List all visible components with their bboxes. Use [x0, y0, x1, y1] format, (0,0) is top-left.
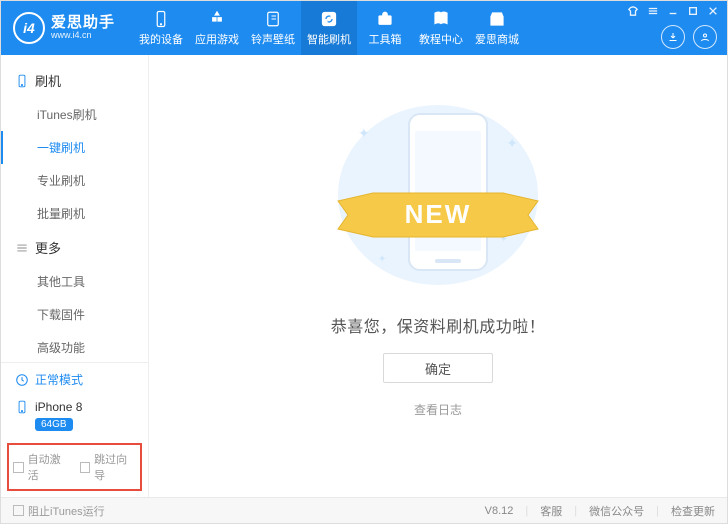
device-name: iPhone 8: [35, 400, 82, 414]
user-button[interactable]: [693, 25, 717, 49]
support-link[interactable]: 客服: [540, 503, 562, 519]
check-update-link[interactable]: 检查更新: [671, 503, 715, 519]
device-mode[interactable]: 正常模式: [1, 363, 148, 396]
wechat-link[interactable]: 微信公众号: [589, 503, 644, 519]
sidebar-item-other-tools[interactable]: 其他工具: [1, 265, 148, 298]
checkbox-skip-wizard[interactable]: 跳过向导: [80, 451, 137, 483]
titlebar: i4 爱思助手 www.i4.cn 我的设备 应用游戏 铃声壁纸 智能刷机: [1, 1, 727, 55]
nav-tutorial[interactable]: 教程中心: [413, 1, 469, 55]
sidebar-item-download-fw[interactable]: 下载固件: [1, 298, 148, 331]
sidebar-group-more[interactable]: 更多: [1, 230, 148, 265]
sidebar-item-itunes-flash[interactable]: iTunes刷机: [1, 98, 148, 131]
nav-label: 爱思商城: [475, 31, 519, 47]
new-ribbon-icon: NEW: [328, 183, 548, 250]
nav-label: 我的设备: [139, 31, 183, 47]
app-logo: i4 爱思助手 www.i4.cn: [13, 12, 115, 44]
main-nav: 我的设备 应用游戏 铃声壁纸 智能刷机 工具箱 教程中心: [133, 1, 525, 55]
download-button[interactable]: [661, 25, 685, 49]
sidebar: 刷机 iTunes刷机 一键刷机 专业刷机 批量刷机 更多 其他工具 下载固件 …: [1, 55, 149, 497]
apps-icon: [208, 10, 226, 28]
sidebar-item-onekey-flash[interactable]: 一键刷机: [1, 131, 148, 164]
book-icon: [432, 10, 450, 28]
nav-label: 铃声壁纸: [251, 31, 295, 47]
refresh-icon: [320, 10, 338, 28]
checkbox-icon: [13, 505, 24, 516]
confirm-button[interactable]: 确定: [383, 353, 493, 383]
statusbar: 阻止iTunes运行 V8.12 | 客服 | 微信公众号 | 检查更新: [1, 497, 727, 523]
nav-label: 教程中心: [419, 31, 463, 47]
nav-label: 智能刷机: [307, 31, 351, 47]
sidebar-bottom: 正常模式 iPhone 8 64GB 自动激活 跳过向导: [1, 362, 148, 497]
nav-flash[interactable]: 智能刷机: [301, 1, 357, 55]
sidebar-item-pro-flash[interactable]: 专业刷机: [1, 164, 148, 197]
nav-toolbox[interactable]: 工具箱: [357, 1, 413, 55]
options-highlight-box: 自动激活 跳过向导: [7, 443, 142, 491]
version-label: V8.12: [485, 505, 514, 517]
nav-label: 应用游戏: [195, 31, 239, 47]
close-icon[interactable]: [707, 5, 719, 17]
checkbox-block-itunes[interactable]: 阻止iTunes运行: [13, 503, 105, 519]
toolbox-icon: [376, 10, 394, 28]
nav-label: 工具箱: [369, 31, 402, 47]
mode-label: 正常模式: [35, 371, 83, 388]
main-panel: ✦ ✦ ✦ ✦ NEW 恭喜您，保资料刷机成功啦！ 确定 查看日志: [149, 55, 727, 497]
minimize-icon[interactable]: [667, 5, 679, 17]
checkbox-auto-activate[interactable]: 自动激活: [13, 451, 70, 483]
nav-apps[interactable]: 应用游戏: [189, 1, 245, 55]
svg-text:NEW: NEW: [405, 199, 472, 229]
menu-icon[interactable]: [647, 5, 659, 17]
store-icon: [488, 10, 506, 28]
maximize-icon[interactable]: [687, 5, 699, 17]
titlebar-right-buttons: [661, 25, 717, 49]
window-controls: [627, 5, 719, 17]
phone-icon: [152, 10, 170, 28]
app-window: i4 爱思助手 www.i4.cn 我的设备 应用游戏 铃声壁纸 智能刷机: [0, 0, 728, 524]
checkbox-icon: [80, 462, 91, 473]
phone-icon: [15, 74, 29, 88]
group-title: 更多: [35, 238, 61, 257]
app-site: www.i4.cn: [51, 31, 115, 41]
group-title: 刷机: [35, 71, 61, 90]
music-icon: [264, 10, 282, 28]
success-illustration: ✦ ✦ ✦ ✦ NEW: [328, 95, 548, 295]
menu-icon: [15, 241, 29, 255]
app-name: 爱思助手: [51, 15, 115, 32]
skin-icon[interactable]: [627, 5, 639, 17]
sidebar-item-advanced[interactable]: 高级功能: [1, 331, 148, 362]
body: 刷机 iTunes刷机 一键刷机 专业刷机 批量刷机 更多 其他工具 下载固件 …: [1, 55, 727, 497]
device-name-row[interactable]: iPhone 8: [1, 396, 148, 416]
checkbox-icon: [13, 462, 24, 473]
nav-my-device[interactable]: 我的设备: [133, 1, 189, 55]
success-message: 恭喜您，保资料刷机成功啦！: [331, 313, 546, 337]
nav-ringtone[interactable]: 铃声壁纸: [245, 1, 301, 55]
sidebar-item-batch-flash[interactable]: 批量刷机: [1, 197, 148, 230]
storage-badge: 64GB: [35, 418, 73, 431]
view-log-link[interactable]: 查看日志: [414, 401, 462, 418]
nav-store[interactable]: 爱思商城: [469, 1, 525, 55]
sidebar-group-flash[interactable]: 刷机: [1, 63, 148, 98]
logo-icon: i4: [13, 12, 45, 44]
